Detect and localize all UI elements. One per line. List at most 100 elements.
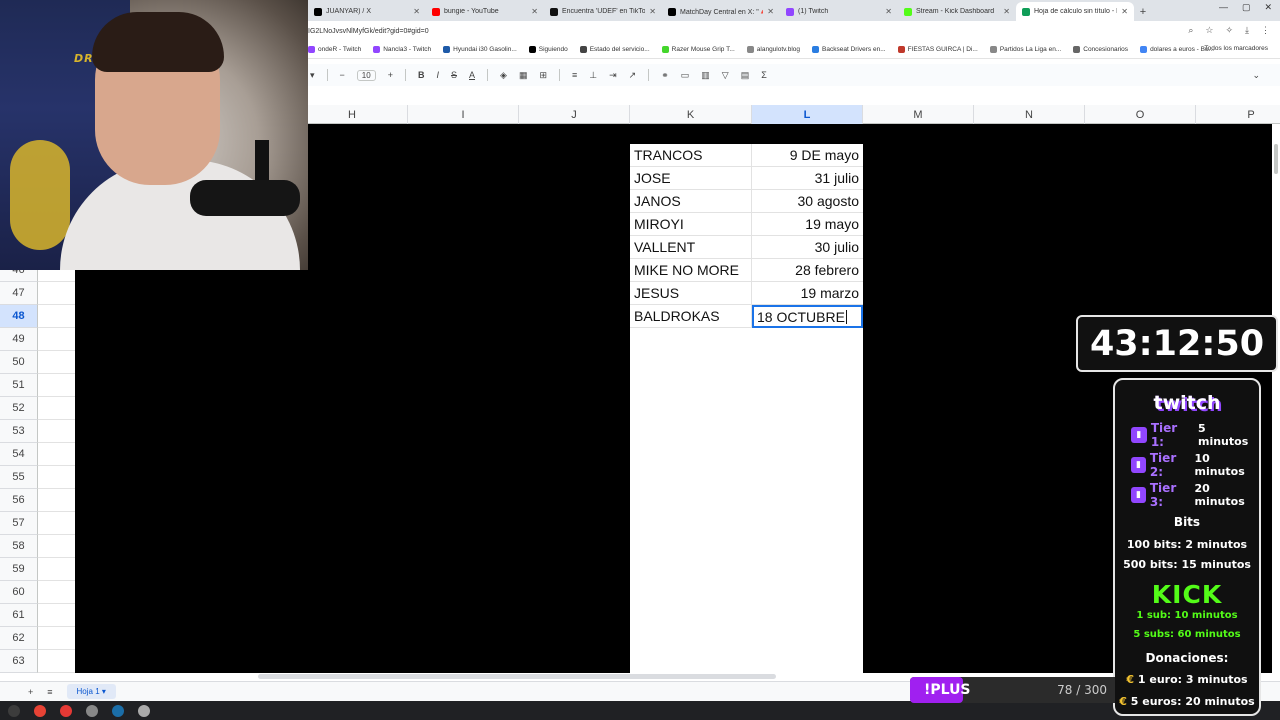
fill-color-icon[interactable]: ◈ [500, 70, 507, 81]
grid-cell[interactable] [38, 420, 75, 443]
name-cell[interactable]: MIROYI [630, 213, 752, 236]
browser-tab[interactable]: Hoja de cálculo sin título - Hoja ✕ [1016, 2, 1134, 21]
column-header-o[interactable]: O [1085, 105, 1196, 124]
bookmark-item[interactable]: dolares a euros - Bu... [1140, 46, 1214, 53]
active-cell-editor[interactable]: 18 OCTUBRE [752, 305, 863, 328]
bold-icon[interactable]: B [418, 70, 425, 80]
valign-icon[interactable]: ⊥ [589, 70, 597, 81]
text-color-icon[interactable]: A [469, 70, 475, 80]
row-header[interactable]: 49 [0, 328, 38, 351]
bookmark-item[interactable]: Concesionarios [1073, 46, 1128, 53]
font-size-field[interactable]: 10 [356, 69, 376, 81]
row-header[interactable]: 57 [0, 512, 38, 535]
grid-cell[interactable] [38, 512, 75, 535]
bookmark-item[interactable]: Backseat Drivers en... [812, 46, 886, 53]
grid-cell[interactable] [38, 489, 75, 512]
extension-icon[interactable]: ✧ [1225, 25, 1233, 36]
add-sheet-button[interactable]: + [28, 687, 33, 697]
grid-cell[interactable] [38, 466, 75, 489]
bookmark-item[interactable]: Hyundai i30 Gasolin... [443, 46, 517, 53]
chrome-icon[interactable] [34, 704, 46, 717]
bookmark-item[interactable]: Estado del servicio... [579, 46, 650, 53]
name-cell[interactable]: TRANCOS [630, 144, 752, 167]
row-header[interactable]: 56 [0, 489, 38, 512]
row-header[interactable]: 51 [0, 374, 38, 397]
browser-tab[interactable]: bungie - YouTube ✕ [426, 2, 544, 21]
close-window-icon[interactable]: ✕ [1264, 2, 1272, 13]
dropdown-icon[interactable]: ▾ [310, 70, 315, 81]
row-header[interactable]: 63 [0, 650, 38, 673]
bookmark-item[interactable]: Nancla3 - Twitch [373, 46, 431, 53]
column-header-j[interactable]: J [519, 105, 630, 124]
scroll-thumb[interactable] [1274, 144, 1278, 174]
filter-views-icon[interactable]: ▤ [741, 70, 750, 81]
date-cell[interactable]: 31 julio [752, 167, 863, 190]
close-tab-icon[interactable]: ✕ [1003, 7, 1010, 16]
bookmark-item[interactable]: FIESTAS GUIRCA | Di... [897, 46, 978, 53]
row-header[interactable]: 62 [0, 627, 38, 650]
sheet-tab[interactable]: Hoja 1 ▾ [66, 684, 116, 699]
align-icon[interactable]: ≡ [572, 70, 577, 80]
borders-icon[interactable]: ▦ [519, 70, 528, 81]
row-header[interactable]: 54 [0, 443, 38, 466]
name-cell[interactable]: JESUS [630, 282, 752, 305]
row-header[interactable]: 53 [0, 420, 38, 443]
column-header-h[interactable]: H [297, 105, 408, 124]
grid-cell[interactable] [38, 650, 75, 673]
name-cell[interactable]: BALDROKAS [630, 305, 752, 328]
maximize-icon[interactable]: ▢ [1242, 2, 1251, 13]
close-tab-icon[interactable]: ✕ [413, 7, 420, 16]
column-header-m[interactable]: M [863, 105, 974, 124]
column-header-l[interactable]: L [752, 105, 863, 124]
row-header[interactable]: 60 [0, 581, 38, 604]
collapse-toolbar-icon[interactable]: ⌄ [1252, 70, 1260, 81]
grid-cell[interactable] [38, 328, 75, 351]
decrease-font-icon[interactable]: − [340, 70, 345, 80]
name-cell[interactable]: JOSE [630, 167, 752, 190]
increase-font-icon[interactable]: + [388, 70, 393, 80]
menu-icon[interactable]: ⋮ [1261, 25, 1270, 36]
vertical-scrollbar[interactable] [1272, 124, 1280, 673]
column-header-n[interactable]: N [974, 105, 1085, 124]
grid-cell[interactable] [38, 351, 75, 374]
bookmark-item[interactable]: Partidos La Liga en... [989, 46, 1061, 53]
grid-cell[interactable] [38, 374, 75, 397]
chart-icon[interactable]: ▥ [701, 70, 710, 81]
date-cell[interactable]: 9 DE mayo [752, 144, 863, 167]
column-header-i[interactable]: I [408, 105, 519, 124]
name-cell[interactable]: JANOS [630, 190, 752, 213]
bookmark-item[interactable]: ondeR - Twitch [308, 46, 361, 53]
steam-icon[interactable] [112, 704, 124, 717]
row-header[interactable]: 48 [0, 305, 38, 328]
close-tab-icon[interactable]: ✕ [885, 7, 892, 16]
browser-tab[interactable]: MatchDay Central en X: "🔺 " ✕ [662, 2, 780, 21]
date-cell[interactable]: 28 febrero [752, 259, 863, 282]
italic-icon[interactable]: I [436, 70, 439, 80]
date-cell[interactable]: 19 marzo [752, 282, 863, 305]
date-cell[interactable]: 30 agosto [752, 190, 863, 213]
browser-tab[interactable]: (1) Twitch ✕ [780, 2, 898, 21]
grid-cell[interactable] [38, 282, 75, 305]
start-icon[interactable] [8, 704, 20, 717]
all-bookmarks-link[interactable]: Todos los marcadores [1204, 45, 1268, 52]
browser-tab[interactable]: Encuentra 'UDEF' en TikTok | Bú✕ [544, 2, 662, 21]
rotate-text-icon[interactable]: ↗ [629, 70, 637, 81]
bookmark-item[interactable]: Razer Mouse Grip T... [661, 46, 735, 53]
bookmark-item[interactable]: alangulotv.blog [746, 46, 800, 53]
row-header[interactable]: 50 [0, 351, 38, 374]
opera-icon[interactable] [60, 704, 72, 717]
column-header-p[interactable]: P [1196, 105, 1280, 124]
name-cell[interactable]: MIKE NO MORE [630, 259, 752, 282]
new-tab-button[interactable]: + [1134, 2, 1152, 21]
close-tab-icon[interactable]: ✕ [531, 7, 538, 16]
date-cell[interactable]: 30 julio [752, 236, 863, 259]
functions-icon[interactable]: Σ [761, 70, 767, 80]
zoom-icon[interactable]: ⌕ [1188, 25, 1193, 36]
grid-cell[interactable] [38, 627, 75, 650]
bookmark-item[interactable]: Siguiendo [528, 46, 568, 53]
name-cell[interactable]: VALLENT [630, 236, 752, 259]
close-tab-icon[interactable]: ✕ [649, 7, 656, 16]
close-tab-icon[interactable]: ✕ [767, 7, 774, 16]
browser-tab[interactable]: JUANYAR) / X ✕ [308, 2, 426, 21]
row-header[interactable]: 52 [0, 397, 38, 420]
